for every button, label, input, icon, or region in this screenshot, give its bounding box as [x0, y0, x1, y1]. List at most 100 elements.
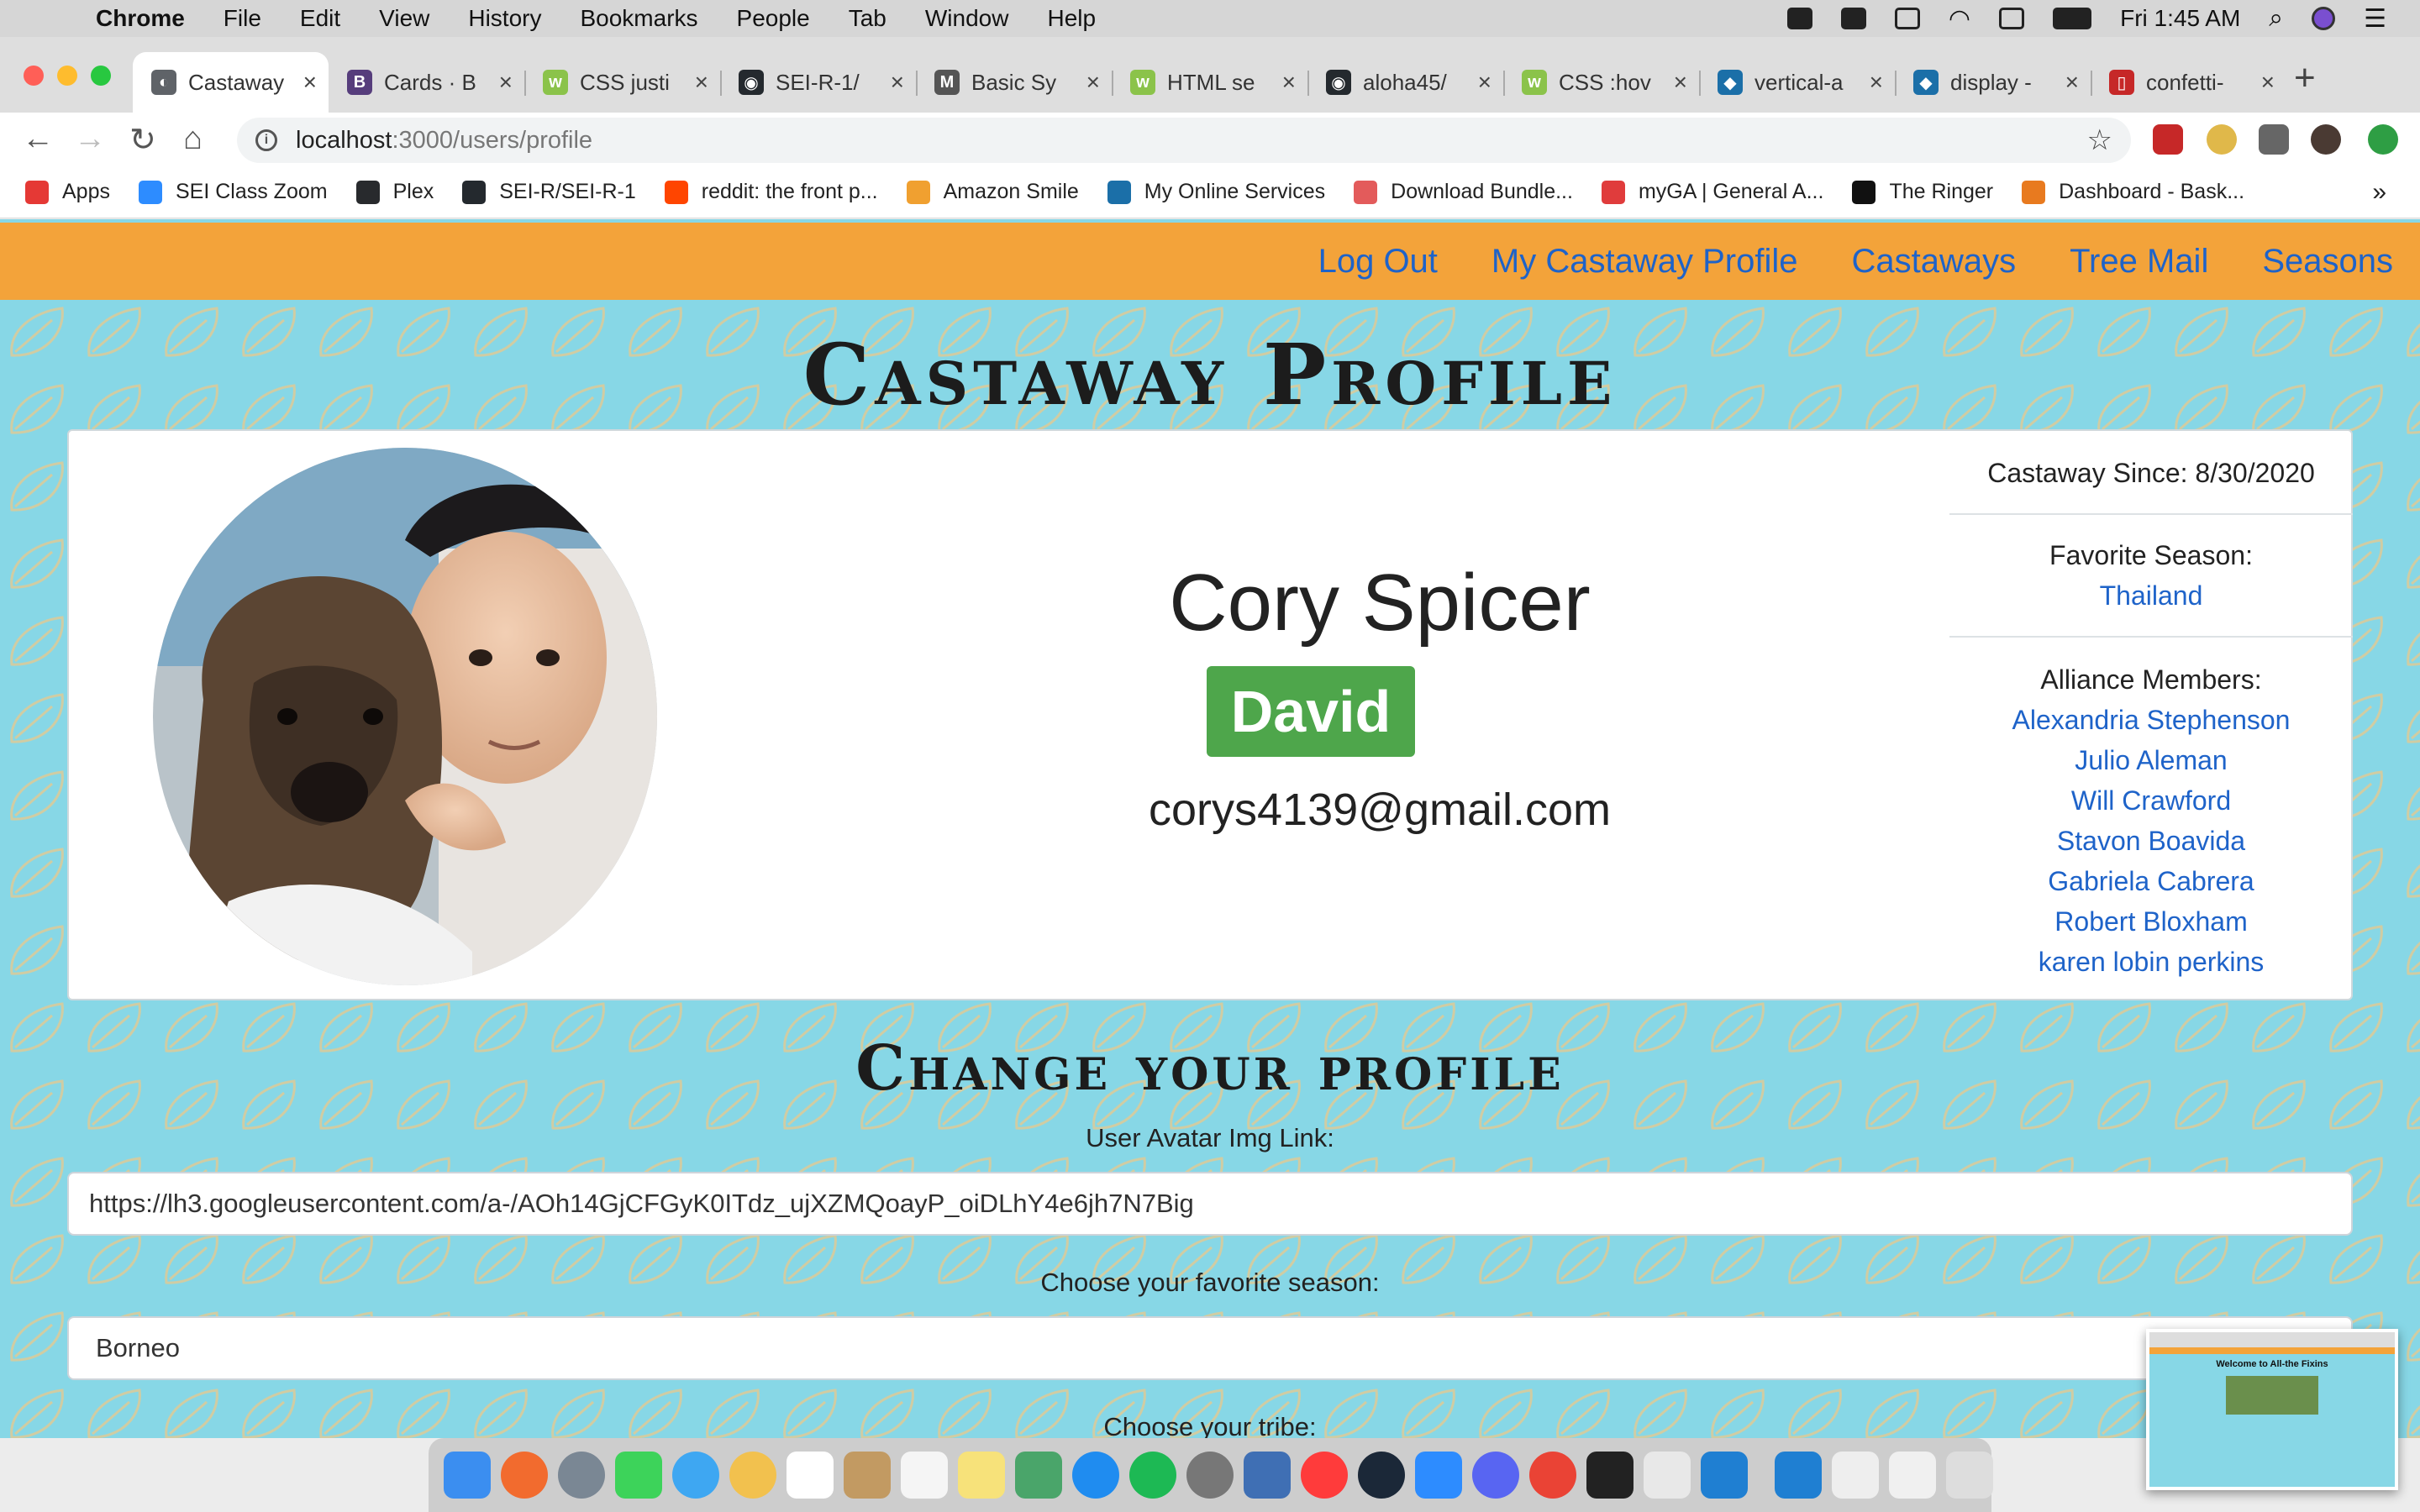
profile-avatar-icon[interactable] [2311, 124, 2341, 155]
browser-tab[interactable]: w CSS :hov × [1503, 52, 1699, 113]
alliance-member-link[interactable]: Stavon Boavida [2057, 826, 2245, 856]
nav-my-profile[interactable]: My Castaway Profile [1491, 243, 1798, 281]
airplay-icon[interactable] [1894, 8, 1920, 29]
avatar-link-input[interactable]: https://lh3.googleusercontent.com/a-/AOh… [67, 1172, 2353, 1236]
system-preferences-icon[interactable] [1186, 1452, 1234, 1499]
menu-people[interactable]: People [737, 5, 810, 32]
nav-tree-mail[interactable]: Tree Mail [2070, 243, 2208, 281]
bookmark-item[interactable]: Dashboard - Bask... [2022, 180, 2244, 204]
bookmark-item[interactable]: My Online Services [1107, 180, 1325, 204]
app-store-icon[interactable] [1072, 1452, 1119, 1499]
notification-center-icon[interactable]: ☰ [2364, 4, 2386, 34]
tab-close-icon[interactable]: × [1478, 69, 1491, 96]
alliance-member-link[interactable]: Alexandria Stephenson [2012, 705, 2291, 735]
browser-tab[interactable]: ▯ confetti- × [2091, 52, 2286, 113]
new-tab-button[interactable]: + [2294, 57, 2316, 99]
extensions-puzzle-icon[interactable] [2259, 124, 2289, 155]
bookmark-item[interactable]: myGA | General A... [1601, 180, 1823, 204]
tab-close-icon[interactable]: × [891, 69, 904, 96]
bookmark-item[interactable]: The Ringer [1852, 180, 1993, 204]
facetime-icon[interactable] [615, 1452, 662, 1499]
keynote-icon[interactable] [1244, 1452, 1291, 1499]
numbers-icon[interactable] [1015, 1452, 1062, 1499]
input-source-icon[interactable] [1999, 8, 2025, 29]
vscode-recent-icon[interactable] [1775, 1452, 1822, 1499]
bookmark-item[interactable]: Apps [25, 180, 110, 204]
terminal-icon[interactable] [1586, 1452, 1634, 1499]
tab-close-icon[interactable]: × [2065, 69, 2079, 96]
reminders-icon[interactable] [901, 1452, 948, 1499]
home-icon[interactable]: ⌂ [183, 121, 203, 157]
vscode-icon[interactable] [1701, 1452, 1748, 1499]
bookmark-item[interactable]: Download Bundle... [1354, 180, 1573, 204]
reload-icon[interactable]: ↻ [129, 121, 156, 159]
menu-edit[interactable]: Edit [300, 5, 340, 32]
more-bookmarks-icon[interactable]: » [2372, 178, 2386, 207]
nav-log-out[interactable]: Log Out [1318, 243, 1438, 281]
trash-icon[interactable] [1946, 1452, 1993, 1499]
keyboard-viewer-icon[interactable] [1840, 8, 1866, 29]
battery-icon[interactable] [2053, 8, 2092, 29]
browser-tab[interactable]: ◉ aloha45/ × [1307, 52, 1503, 113]
launchpad-icon[interactable] [558, 1452, 605, 1499]
slack-icon[interactable] [1644, 1452, 1691, 1499]
extension-shield-icon[interactable] [2153, 124, 2183, 155]
tab-close-icon[interactable]: × [1674, 69, 1687, 96]
menu-view[interactable]: View [379, 5, 429, 32]
spotlight-search-icon[interactable]: ⌕ [2269, 4, 2283, 33]
bookmark-item[interactable]: SEI Class Zoom [138, 180, 328, 204]
menu-window[interactable]: Window [925, 5, 1009, 32]
browser-tab[interactable]: w CSS justi × [524, 52, 720, 113]
favorite-season-link[interactable]: Thailand [2100, 580, 2203, 611]
bookmark-item[interactable]: Plex [355, 180, 434, 204]
favorite-season-select[interactable]: Borneo [67, 1316, 2353, 1380]
siri-icon[interactable] [2312, 7, 2336, 30]
bookmark-item[interactable]: SEI-R/SEI-R-1 [462, 180, 636, 204]
site-info-icon[interactable]: i [255, 129, 277, 151]
alliance-member-link[interactable]: Gabriela Cabrera [2048, 866, 2254, 896]
contacts-icon[interactable] [844, 1452, 891, 1499]
notes-icon[interactable] [958, 1452, 1005, 1499]
document-icon[interactable] [1832, 1452, 1879, 1499]
zoom-window-button[interactable] [91, 66, 111, 86]
screenshot-thumbnail[interactable]: Welcome to All-the Fixins [2146, 1329, 2398, 1490]
close-window-button[interactable] [24, 66, 44, 86]
downloads-stack-icon[interactable] [1889, 1452, 1936, 1499]
finder-icon[interactable] [444, 1452, 491, 1499]
menubar-clock[interactable]: Fri 1:45 AM [2120, 5, 2240, 32]
minimize-window-button[interactable] [57, 66, 77, 86]
tab-close-icon[interactable]: × [1870, 69, 1883, 96]
tab-close-icon[interactable]: × [499, 69, 513, 96]
swift-playgrounds-icon[interactable] [501, 1452, 548, 1499]
browser-tab[interactable]: w HTML se × [1112, 52, 1307, 113]
alliance-member-link[interactable]: Julio Aleman [2075, 745, 2227, 775]
photos-icon[interactable] [729, 1452, 776, 1499]
calendar-icon[interactable] [786, 1452, 834, 1499]
alliance-member-link[interactable]: karen lobin perkins [2039, 947, 2265, 977]
menu-bookmarks[interactable]: Bookmarks [580, 5, 697, 32]
steam-icon[interactable] [1358, 1452, 1405, 1499]
tab-close-icon[interactable]: × [2261, 69, 2275, 96]
tab-close-icon[interactable]: × [695, 69, 708, 96]
tab-close-icon[interactable]: × [1086, 69, 1100, 96]
browser-tab[interactable]: ◆ display - × [1895, 52, 2091, 113]
bookmark-star-icon[interactable]: ☆ [2087, 123, 2112, 157]
tab-close-icon[interactable]: × [1282, 69, 1296, 96]
forward-arrow-icon[interactable]: → [74, 121, 106, 157]
news-icon[interactable] [1301, 1452, 1348, 1499]
browser-tab[interactable]: M Basic Sy × [916, 52, 1112, 113]
discord-icon[interactable] [1472, 1452, 1519, 1499]
wifi-icon[interactable]: ◠ [1949, 4, 1970, 34]
zoom-icon[interactable] [1415, 1452, 1462, 1499]
screen-record-icon[interactable] [1786, 8, 1812, 29]
browser-tab[interactable]: B Cards · B × [329, 52, 524, 113]
tab-close-icon[interactable]: × [303, 69, 317, 96]
menu-app-name[interactable]: Chrome [96, 5, 185, 32]
extension-hand-icon[interactable] [2207, 124, 2237, 155]
back-arrow-icon[interactable]: ← [22, 121, 54, 157]
browser-tab[interactable]: ◉ SEI-R-1/ × [720, 52, 916, 113]
browser-tab[interactable]: ◆ vertical-a × [1699, 52, 1895, 113]
alliance-member-link[interactable]: Will Crawford [2071, 785, 2231, 816]
bookmark-item[interactable]: Amazon Smile [906, 180, 1079, 204]
bookmark-item[interactable]: reddit: the front p... [664, 180, 878, 204]
